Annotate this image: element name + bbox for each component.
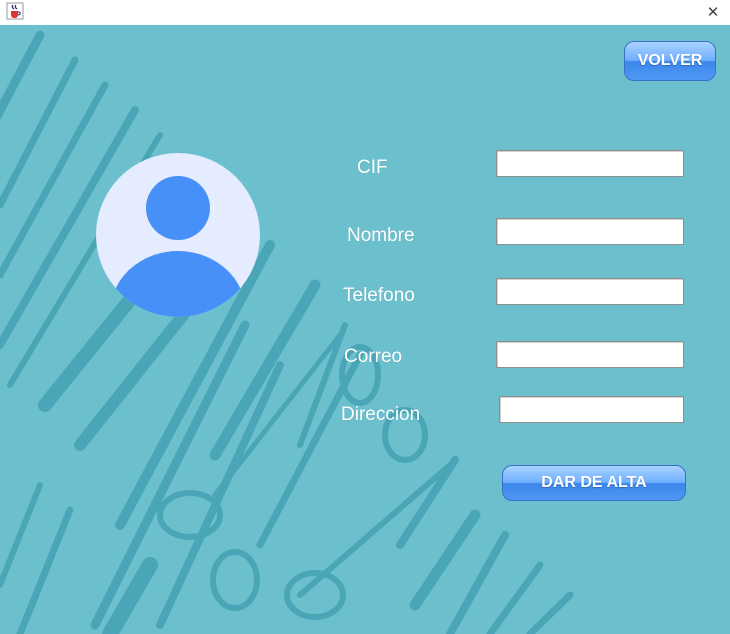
cif-input[interactable] [496, 150, 684, 177]
surgical-instruments-background [0, 30, 574, 634]
close-button[interactable]: ✕ [702, 1, 724, 23]
main-panel: VOLVER CIF Nombre Telefono Correo Direcc… [0, 25, 730, 634]
nombre-label: Nombre [347, 225, 415, 246]
direccion-label: Direccion [341, 404, 421, 425]
direccion-input[interactable] [499, 396, 684, 423]
back-button[interactable]: VOLVER [624, 41, 716, 81]
nombre-input[interactable] [496, 218, 684, 245]
java-cup-icon [6, 2, 24, 20]
telefono-input[interactable] [496, 278, 684, 305]
submit-button[interactable]: DAR DE ALTA [502, 465, 686, 501]
close-icon: ✕ [706, 4, 720, 21]
user-avatar-icon [96, 153, 260, 317]
correo-input[interactable] [496, 341, 684, 368]
telefono-label: Telefono [343, 285, 415, 306]
cif-label: CIF [357, 157, 388, 178]
title-bar: ✕ [0, 0, 730, 26]
correo-label: Correo [344, 346, 403, 367]
